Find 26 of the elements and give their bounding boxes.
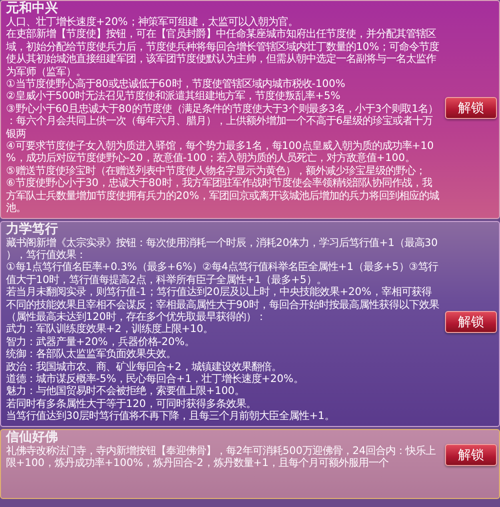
effect-text: ⑤赠送节度使珍宝时（在赠送列表中节度使人物名字显示为黄色），额外减少珍宝星级的野心； bbox=[6, 164, 426, 177]
effect-text: 武力：军队训练度效果+2，训练度上限+10。 bbox=[6, 323, 214, 336]
talent-title: 元和中兴 bbox=[6, 2, 59, 16]
effect-text: 若同时有多条属性大于等于120，可同时获得多条效果。 bbox=[6, 398, 257, 410]
effect-text: 礼佛寺改称法门寺，寺内新增按钮【奉迎佛骨】，每2年可消耗500万迎佛骨，24回合内：快乐上限+100，炼丹成功率+100%，炼丹回合-2，炼丹数量+1，且每个月可额外服用一个 bbox=[6, 444, 437, 470]
effect-text: ④可要求节度使子女入朝为质进入驿馆，每个势力最多1名，每100点皇威入朝为质的成功率+10%，成功后对应节度使野心-20，敌意值-100；若入朝为质的人员死亡，对方敌意值+100。 bbox=[6, 140, 435, 165]
effect-text: 智力：武器产量+20%，兵器价格-20%。 bbox=[6, 336, 196, 348]
effect-text: 若当月未翻阅实录，则笃行值-1；笃行值达到20层及以上时，中央技能效果+20%，宰相可获得不同的技能效果且宰相不会谋反；宰相最高属性大于90时，每回合开始时按最高属性获得以下效果（属性最高未达到120时，存在多个优先取最早获得的）： bbox=[6, 286, 440, 323]
effect-text: ①当节度使野心高于80或忠诚低于60时，节度使管辖区域内城市税收-100% bbox=[6, 78, 346, 90]
effect-text: ①每1点笃行值名臣率+0.3%（最多+6%）②每4点笃行值科举名臣全属性+1（最多+5）③笃行值大于10时，笃行值每提高2点，科举所有臣子全属性+1（最多+5）。 bbox=[6, 261, 440, 286]
effect-text: ③野心小于60且忠诚大于80的节度使（满足条件的节度使大于3个则最多3名，小于3个则取1名）：每六个月会共同上供一次（每年六月、腊月），上供额外增加一个不高于6星级的珍宝或者十万银两 bbox=[6, 102, 440, 140]
unlock-button[interactable]: 解锁 bbox=[445, 96, 497, 119]
effect-text: 当笃行值达到30层时笃行值将不再下降，且每三个月前朝大臣全属性+1。 bbox=[6, 410, 336, 423]
effect-text: 统御：各部队太监监军负面效果失效。 bbox=[6, 348, 177, 361]
effect-text: ⑥节度使野心小于30，忠诚大于80时，我方军团驻军作战时节度使会率领精锐部队协同作战，我方军队士兵数量增加节度使拥有兵力的20%，军团回京或离开该城池后增加的兵力将回到相应的城池。 bbox=[6, 177, 440, 214]
effect-text: 人口、壮丁增长速度+20%；神策军可组建，太监可以入朝为官。 bbox=[6, 16, 299, 28]
effect-text: 道德：城市谋反概率-5%，民心每回合+1，壮丁增长速度+20%。 bbox=[6, 372, 304, 385]
effect-text: 在吏部新增【节度使】按钮，可在【官员封爵】中任命某座城市知府出任节度使，并分配其管辖区域，初始分配给节度使兵力后，节度使兵种将每回合增长管辖区域内壮丁数量的10%；可命令节度使从其初始城池直接组建军团，该军团节度使默认为主帅，但需从朝中选定一名副将与一名太监作为军师（监军）。 bbox=[6, 28, 440, 78]
talent-title: 力学笃行 bbox=[6, 222, 59, 236]
unlock-button[interactable]: 解锁 bbox=[445, 311, 497, 334]
effect-text: 藏书阁新增《太宗实录》按钮：每次使用消耗一个时辰，消耗20体力，学习后笃行值+1（最高30），笃行值效果： bbox=[6, 236, 439, 261]
effect-text: 魅力：与他国贸易时不会被拒绝，索要值上限+100。 bbox=[6, 385, 246, 398]
effect-text: 政治：我国城市农、商、矿业每回合+2，城镇建设效果翻倍。 bbox=[6, 360, 282, 373]
effect-text: ②皇威小于500时无法召见节度使和派遣其组建地方军，节度使叛乱率+5% bbox=[6, 90, 342, 103]
unlock-button[interactable]: 解锁 bbox=[445, 444, 497, 466]
talent-title: 信仙好佛 bbox=[6, 430, 59, 445]
